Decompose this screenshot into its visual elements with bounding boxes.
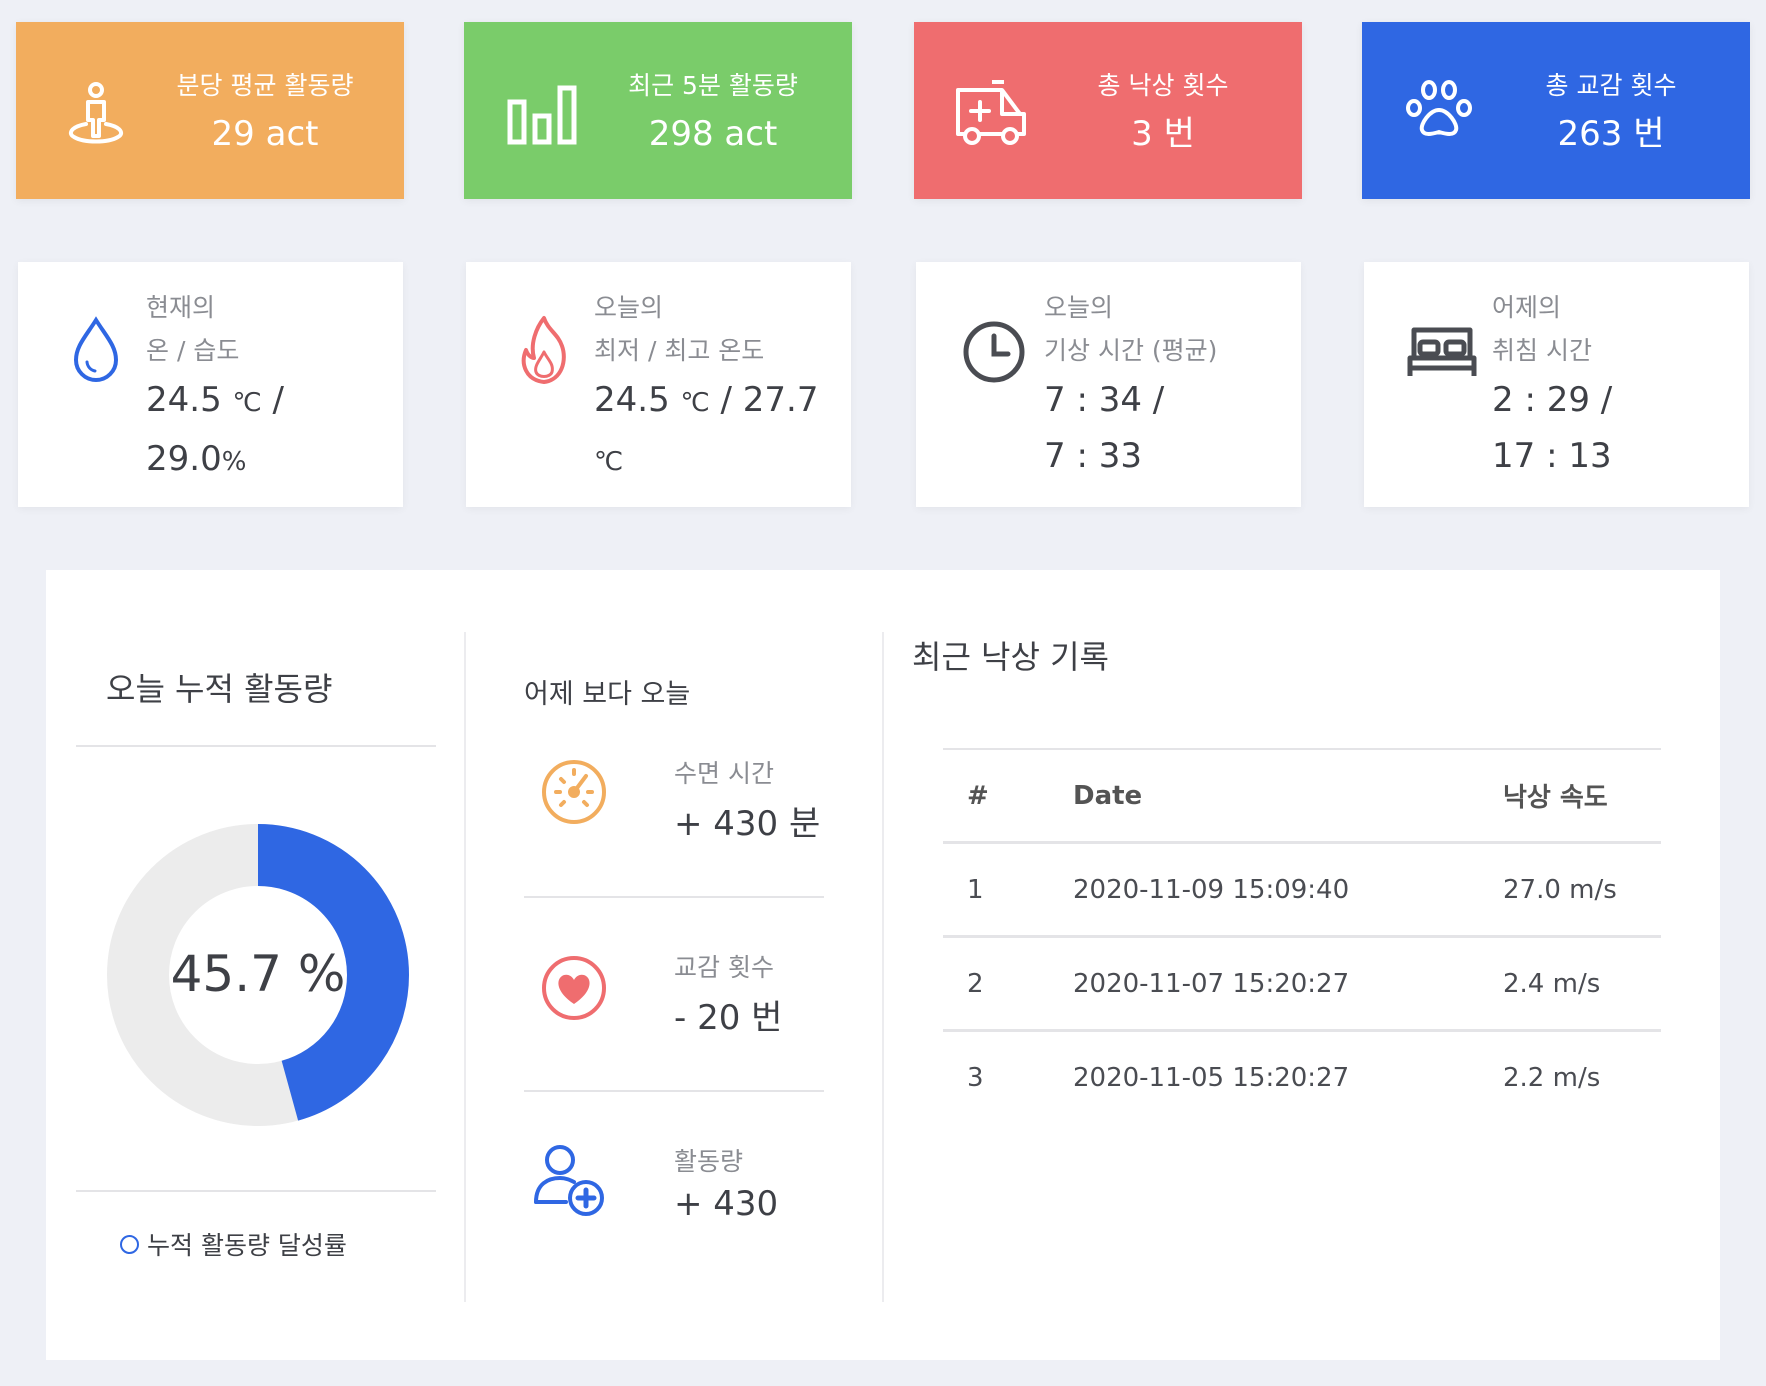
stat-value: 3 번 xyxy=(1131,114,1195,154)
stat-value: 29 act xyxy=(211,114,319,154)
compare-title: 어제 보다 오늘 xyxy=(524,679,691,710)
info-label: 오늘의 xyxy=(594,293,664,322)
table-cell: 2020-11-07 15:20:27 xyxy=(1073,936,1503,1032)
column-divider xyxy=(882,632,884,1302)
info-label: 온 / 습도 xyxy=(146,336,240,365)
info-value: 2 : 29 / xyxy=(1492,380,1613,420)
stat-value: 263 번 xyxy=(1557,114,1665,154)
table-row: 2 2020-11-07 15:20:27 2.4 m/s xyxy=(943,936,1661,1032)
column-divider xyxy=(464,632,466,1302)
info-value: 7 : 34 / xyxy=(1044,380,1165,420)
stat-value: 298 act xyxy=(648,114,778,154)
bed-icon xyxy=(1407,327,1477,376)
compare-label: 활동량 xyxy=(674,1147,744,1176)
compare-label: 수면 시간 xyxy=(674,759,774,788)
heart-icon xyxy=(542,956,606,1020)
info-value: 7 : 33 xyxy=(1044,436,1142,476)
stat-label: 최근 5분 활동량 xyxy=(628,71,798,100)
table-row: 3 2020-11-05 15:20:27 2.2 m/s xyxy=(943,1031,1661,1124)
info-value: 29.0% xyxy=(146,439,247,479)
compare-value: - 20 번 xyxy=(674,998,783,1038)
table-cell: 2020-11-09 15:09:40 xyxy=(1073,842,1503,938)
divider xyxy=(76,745,436,747)
info-value: 24.5 ℃ / 27.7 xyxy=(594,380,819,420)
table-cell: 27.0 m/s xyxy=(1503,842,1661,938)
table-cell: 2020-11-05 15:20:27 xyxy=(1073,1062,1350,1093)
stat-card-avg-activity: 분당 평균 활동량 29 act xyxy=(16,22,404,199)
info-value: 17 : 13 xyxy=(1492,436,1612,476)
info-card-bed-time: 어제의 취침 시간 2 : 29 / 17 : 13 xyxy=(1364,262,1749,507)
table-cell: 2 xyxy=(943,936,1073,1032)
column-header: 낙상 속도 xyxy=(1503,748,1661,844)
ambulance-icon xyxy=(956,80,1026,145)
stat-card-falls: 총 낙상 횟수 3 번 xyxy=(914,22,1302,199)
stat-label: 총 교감 횟수 xyxy=(1545,71,1677,100)
user-add-icon xyxy=(534,1145,604,1216)
compare-label: 교감 횟수 xyxy=(674,953,774,982)
info-card-min-max-temp: 오늘의 최저 / 최고 온도 24.5 ℃ / 27.7 ℃ xyxy=(466,262,851,507)
info-label: 최저 / 최고 온도 xyxy=(594,336,765,365)
info-label: 어제의 xyxy=(1492,293,1562,322)
stat-card-recent-activity: 최근 5분 활동량 298 act xyxy=(464,22,852,199)
info-label: 기상 시간 (평균) xyxy=(1044,336,1218,365)
info-card-wake-time: 오늘의 기상 시간 (평균) 7 : 34 / 7 : 33 xyxy=(916,262,1301,507)
water-drop-icon xyxy=(73,316,119,382)
clock-icon xyxy=(963,321,1025,383)
table-cell: 1 xyxy=(943,842,1073,938)
summary-panel: 오늘 누적 활동량 45.7 % 누적 활동량 달성률 어제 보다 오늘 수면 … xyxy=(46,570,1720,1360)
info-label: 오늘의 xyxy=(1044,293,1114,322)
compare-value: + 430 xyxy=(674,1184,779,1224)
falls-title: 최근 낙상 기록 xyxy=(912,638,1109,676)
info-card-temp-humidity: 현재의 온 / 습도 24.5 ℃ / 29.0% xyxy=(18,262,403,507)
table-cell: 2.4 m/s xyxy=(1503,936,1661,1032)
flame-icon xyxy=(521,316,566,384)
info-label: 취침 시간 xyxy=(1492,336,1592,365)
legend-label: 누적 활동량 달성률 xyxy=(147,1231,347,1260)
legend-marker xyxy=(120,1234,139,1254)
divider xyxy=(76,1190,436,1192)
divider xyxy=(524,1090,824,1092)
donut-percent-label: 45.7 % xyxy=(171,945,346,1003)
speedometer-icon xyxy=(542,760,606,824)
table-cell: 3 xyxy=(967,1062,984,1093)
stat-label: 분당 평균 활동량 xyxy=(176,71,354,100)
stat-label: 총 낙상 횟수 xyxy=(1097,71,1229,100)
table-cell: 2.2 m/s xyxy=(1503,1062,1601,1093)
falls-table: # Date 낙상 속도 1 2020-11-09 15:09:40 27.0 … xyxy=(943,748,1661,1123)
bar-chart-icon xyxy=(507,85,577,145)
stat-card-interactions: 총 교감 횟수 263 번 xyxy=(1362,22,1750,199)
info-value: ℃ xyxy=(594,447,624,477)
activity-title: 오늘 누적 활동량 xyxy=(106,670,333,708)
paw-icon xyxy=(1406,80,1472,136)
column-header: Date xyxy=(1073,748,1503,844)
compare-value: + 430 분 xyxy=(674,804,821,844)
person-pin-icon xyxy=(68,82,124,144)
table-header-row: # Date 낙상 속도 xyxy=(943,748,1661,844)
table-row: 1 2020-11-09 15:09:40 27.0 m/s xyxy=(943,842,1661,938)
info-value: 24.5 ℃ / xyxy=(146,380,284,420)
activity-legend: 누적 활동량 달성률 xyxy=(120,1226,347,1262)
column-header: # xyxy=(943,748,1073,844)
divider xyxy=(524,896,824,898)
activity-donut-chart: 45.7 % xyxy=(107,824,409,1126)
info-label: 현재의 xyxy=(146,293,216,322)
